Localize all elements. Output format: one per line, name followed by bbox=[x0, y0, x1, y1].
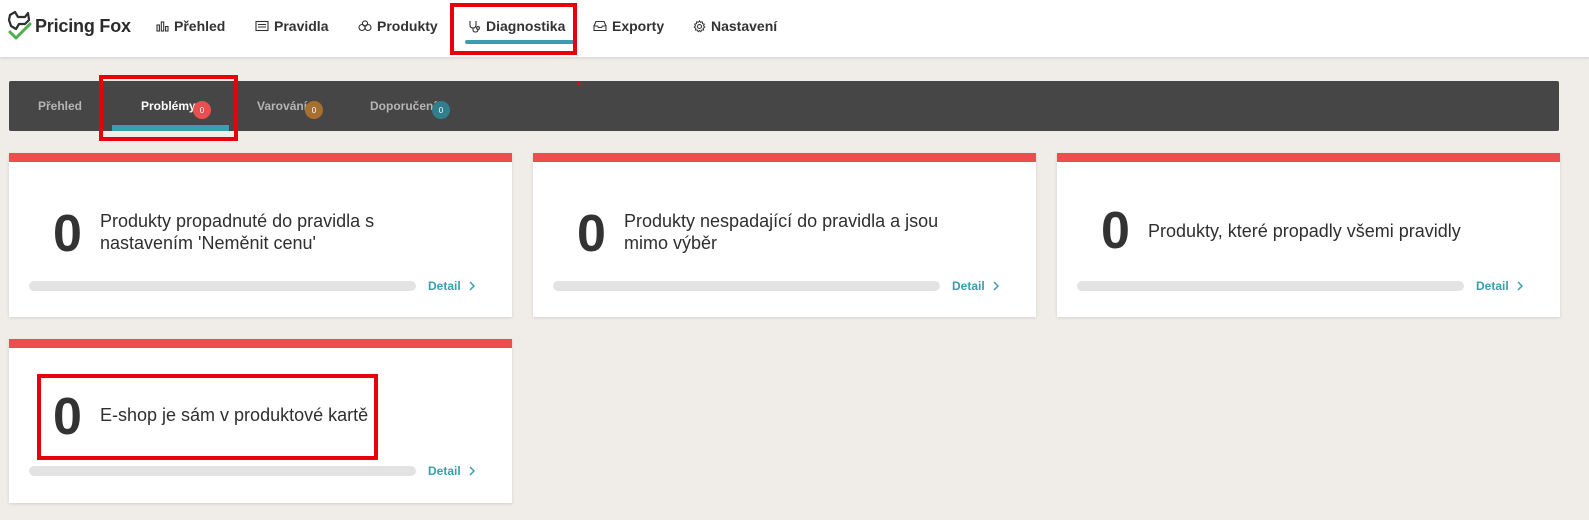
detail-label: Detail bbox=[428, 464, 461, 478]
detail-link[interactable]: Detail bbox=[952, 279, 999, 293]
nav-label: Produkty bbox=[377, 18, 438, 34]
detail-link[interactable]: Detail bbox=[428, 464, 475, 478]
detail-label: Detail bbox=[428, 279, 461, 293]
detail-link[interactable]: Detail bbox=[428, 279, 475, 293]
card-progress-bar bbox=[29, 466, 416, 476]
card-progress-bar bbox=[553, 281, 940, 291]
subtab-label: Varování bbox=[257, 99, 308, 113]
chevron-right-icon bbox=[469, 466, 475, 476]
subtab-varovani[interactable]: Varování 0 bbox=[257, 81, 323, 131]
diagnostic-card: 0 E-shop je sám v produktové kartě Detai… bbox=[9, 339, 512, 503]
rules-icon bbox=[255, 20, 269, 32]
card-count: 0 bbox=[577, 205, 606, 263]
top-navbar: Pricing Fox Přehled Pravidla Produkty Di… bbox=[0, 0, 1589, 57]
recommendations-count-badge: 0 bbox=[432, 101, 450, 119]
detail-label: Detail bbox=[952, 279, 985, 293]
card-description: Produkty, které propadly všemi pravidly bbox=[1148, 221, 1461, 241]
card-count: 0 bbox=[53, 205, 82, 263]
gear-icon bbox=[693, 19, 706, 33]
subtab-label: Doporučení bbox=[370, 99, 437, 113]
problems-count-badge: 0 bbox=[193, 101, 211, 119]
app-name: Pricing Fox bbox=[35, 15, 131, 36]
bar-chart-icon bbox=[156, 21, 169, 32]
nav-label: Přehled bbox=[174, 18, 226, 34]
warnings-count-badge: 0 bbox=[305, 101, 323, 119]
subtab-problemy[interactable]: Problémy 0 bbox=[141, 81, 211, 131]
card-progress-bar bbox=[1077, 281, 1464, 291]
annotation-mark bbox=[578, 82, 580, 86]
diagnostics-subtabs: Přehled Problémy 0 Varování 0 Doporučení… bbox=[9, 81, 1559, 131]
nav-label: Nastavení bbox=[711, 18, 778, 34]
diagnostic-card: 0 Produkty propadnuté do pravidla s nast… bbox=[9, 153, 512, 317]
nav-item-produkty[interactable]: Produkty bbox=[358, 0, 438, 52]
nav-item-nastaveni[interactable]: Nastavení bbox=[693, 0, 777, 52]
chevron-right-icon bbox=[1517, 281, 1523, 291]
subtab-doporuceni[interactable]: Doporučení 0 bbox=[370, 81, 450, 131]
subtab-label: Problémy bbox=[141, 99, 196, 113]
products-icon bbox=[358, 20, 372, 32]
diagnostic-card: 0 Produkty, které propadly všemi pravidl… bbox=[1057, 153, 1560, 317]
card-count: 0 bbox=[1101, 202, 1130, 260]
card-count: 0 bbox=[53, 388, 82, 446]
card-description: Produkty propadnuté do pravidla s nastav… bbox=[100, 211, 375, 253]
nav-label: Exporty bbox=[612, 18, 665, 34]
card-description: E-shop je sám v produktové kartě bbox=[100, 405, 369, 425]
card-progress-bar bbox=[29, 281, 416, 291]
nav-item-exporty[interactable]: Exporty bbox=[593, 0, 664, 52]
card-description: Produkty nespadající do pravidla a jsou … bbox=[624, 211, 939, 253]
nav-label: Pravidla bbox=[274, 18, 329, 34]
nav-item-diagnostika[interactable]: Diagnostika bbox=[464, 0, 575, 52]
fox-logo-icon bbox=[7, 11, 32, 40]
chevron-right-icon bbox=[469, 281, 475, 291]
subtab-prehled[interactable]: Přehled bbox=[38, 81, 82, 131]
nav-item-pravidla[interactable]: Pravidla bbox=[255, 0, 328, 52]
detail-link[interactable]: Detail bbox=[1476, 279, 1523, 293]
chevron-right-icon bbox=[993, 281, 999, 291]
diagnostic-card: 0 Produkty nespadající do pravidla a jso… bbox=[533, 153, 1036, 317]
stethoscope-icon bbox=[469, 20, 480, 33]
active-subtab-indicator bbox=[112, 125, 229, 131]
inbox-icon bbox=[593, 20, 607, 32]
nav-label: Diagnostika bbox=[486, 18, 566, 34]
subtab-label: Přehled bbox=[38, 99, 83, 113]
detail-label: Detail bbox=[1476, 279, 1509, 293]
logo[interactable]: Pricing Fox bbox=[7, 9, 131, 43]
nav-item-prehled[interactable]: Přehled bbox=[156, 0, 225, 52]
